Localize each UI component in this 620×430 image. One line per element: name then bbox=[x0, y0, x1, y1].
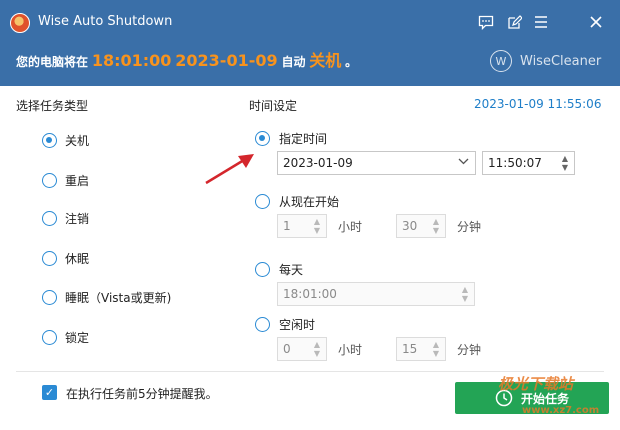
app-logo-icon bbox=[10, 13, 30, 33]
radio-label-sleep[interactable]: 睡眠（Vista或更新) bbox=[65, 289, 171, 306]
time-spinbox[interactable]: 11:50:07 ▲ ▼ bbox=[482, 151, 575, 175]
radio-label-daily[interactable]: 每天 bbox=[279, 261, 303, 278]
date-picker[interactable]: 2023-01-09 bbox=[277, 151, 476, 175]
spin-arrows-icon[interactable]: ▲ ▼ bbox=[558, 154, 572, 172]
footer-divider bbox=[16, 371, 604, 372]
radio-specified-time[interactable] bbox=[255, 131, 270, 146]
radio-label-shutdown[interactable]: 关机 bbox=[65, 132, 89, 149]
time-value: 11:50:07 bbox=[488, 156, 542, 170]
radio-from-now[interactable] bbox=[255, 194, 270, 209]
idle-minutes-unit: 分钟 bbox=[457, 343, 482, 357]
banner-date: 2023-01-09 bbox=[175, 51, 278, 70]
idle-minutes-spinbox[interactable]: 15 ▲ ▼ bbox=[396, 337, 446, 361]
spin-arrows-icon[interactable]: ▲ ▼ bbox=[310, 217, 324, 235]
radio-lock[interactable] bbox=[42, 330, 57, 345]
radio-hibernate[interactable] bbox=[42, 251, 57, 266]
radio-shutdown[interactable] bbox=[42, 133, 57, 148]
wisecleaner-mark-icon: W bbox=[490, 50, 512, 72]
radio-label-specified-time[interactable]: 指定时间 bbox=[279, 130, 327, 147]
main-panel: 选择任务类型 时间设定 2023-01-09 11:55:06 关机 重启 注销… bbox=[0, 86, 620, 430]
from-now-minutes-value: 30 bbox=[402, 219, 418, 233]
daily-time-value: 18:01:00 bbox=[283, 287, 337, 301]
radio-label-from-now[interactable]: 从现在开始 bbox=[279, 193, 339, 210]
from-now-minutes-spinbox[interactable]: 30 ▲ ▼ bbox=[396, 214, 446, 238]
reminder-label[interactable]: 在执行任务前5分钟提醒我。 bbox=[66, 385, 218, 402]
spin-arrows-icon[interactable]: ▲ ▼ bbox=[310, 340, 324, 358]
idle-minutes-value: 15 bbox=[402, 342, 418, 356]
banner-middle: 自动 bbox=[281, 55, 306, 69]
radio-label-lock[interactable]: 锁定 bbox=[65, 329, 89, 346]
idle-hours-spinbox[interactable]: 0 ▲ ▼ bbox=[277, 337, 327, 361]
spin-arrows-icon[interactable]: ▲ ▼ bbox=[429, 217, 443, 235]
current-datetime: 2023-01-09 11:55:06 bbox=[474, 97, 602, 111]
spin-arrows-icon[interactable]: ▲ ▼ bbox=[429, 340, 443, 358]
menu-icon[interactable] bbox=[530, 11, 552, 33]
radio-sleep[interactable] bbox=[42, 290, 57, 305]
spin-arrows-icon[interactable]: ▲ ▼ bbox=[458, 285, 472, 303]
radio-label-restart[interactable]: 重启 bbox=[65, 172, 89, 189]
banner-action: 关机 bbox=[309, 51, 342, 70]
task-type-heading: 选择任务类型 bbox=[16, 99, 89, 113]
date-value: 2023-01-09 bbox=[283, 156, 353, 170]
time-settings-heading: 时间设定 bbox=[249, 99, 298, 113]
title-bar: Wise Auto Shutdown bbox=[0, 0, 620, 46]
from-now-hours-value: 1 bbox=[283, 219, 291, 233]
banner-time: 18:01:00 bbox=[91, 51, 172, 70]
banner-suffix: 。 bbox=[345, 55, 358, 69]
radio-restart[interactable] bbox=[42, 173, 57, 188]
watermark-text: 极光下载站 bbox=[498, 375, 574, 393]
idle-hours-unit: 小时 bbox=[338, 343, 363, 357]
red-arrow-icon bbox=[205, 154, 254, 185]
radio-daily[interactable] bbox=[255, 262, 270, 277]
chevron-down-icon[interactable] bbox=[458, 157, 469, 168]
wisecleaner-text: WiseCleaner bbox=[520, 53, 602, 69]
radio-label-logoff[interactable]: 注销 bbox=[65, 210, 89, 227]
from-now-hours-unit: 小时 bbox=[338, 220, 363, 234]
idle-hours-value: 0 bbox=[283, 342, 291, 356]
window-title: Wise Auto Shutdown bbox=[38, 14, 173, 29]
reminder-checkbox[interactable]: ✓ bbox=[42, 385, 57, 400]
wisecleaner-logo[interactable]: W WiseCleaner bbox=[490, 50, 601, 72]
feedback-icon[interactable] bbox=[475, 11, 497, 33]
banner-prefix: 您的电脑将在 bbox=[16, 55, 89, 69]
watermark-url: www.xz7.com bbox=[522, 405, 600, 416]
radio-logoff[interactable] bbox=[42, 211, 57, 226]
from-now-minutes-unit: 分钟 bbox=[457, 220, 482, 234]
radio-idle[interactable] bbox=[255, 317, 270, 332]
schedule-banner: 您的电脑将在 18:01:00 2023-01-09 自动 关机 。 W Wis… bbox=[0, 46, 620, 86]
radio-label-hibernate[interactable]: 休眠 bbox=[65, 250, 89, 267]
edit-icon[interactable] bbox=[503, 11, 525, 33]
daily-time-spinbox[interactable]: 18:01:00 ▲ ▼ bbox=[277, 282, 475, 306]
radio-label-idle[interactable]: 空闲时 bbox=[279, 316, 315, 333]
close-icon[interactable] bbox=[585, 11, 607, 33]
banner-message: 您的电脑将在 18:01:00 2023-01-09 自动 关机 。 bbox=[16, 49, 357, 74]
from-now-hours-spinbox[interactable]: 1 ▲ ▼ bbox=[277, 214, 327, 238]
